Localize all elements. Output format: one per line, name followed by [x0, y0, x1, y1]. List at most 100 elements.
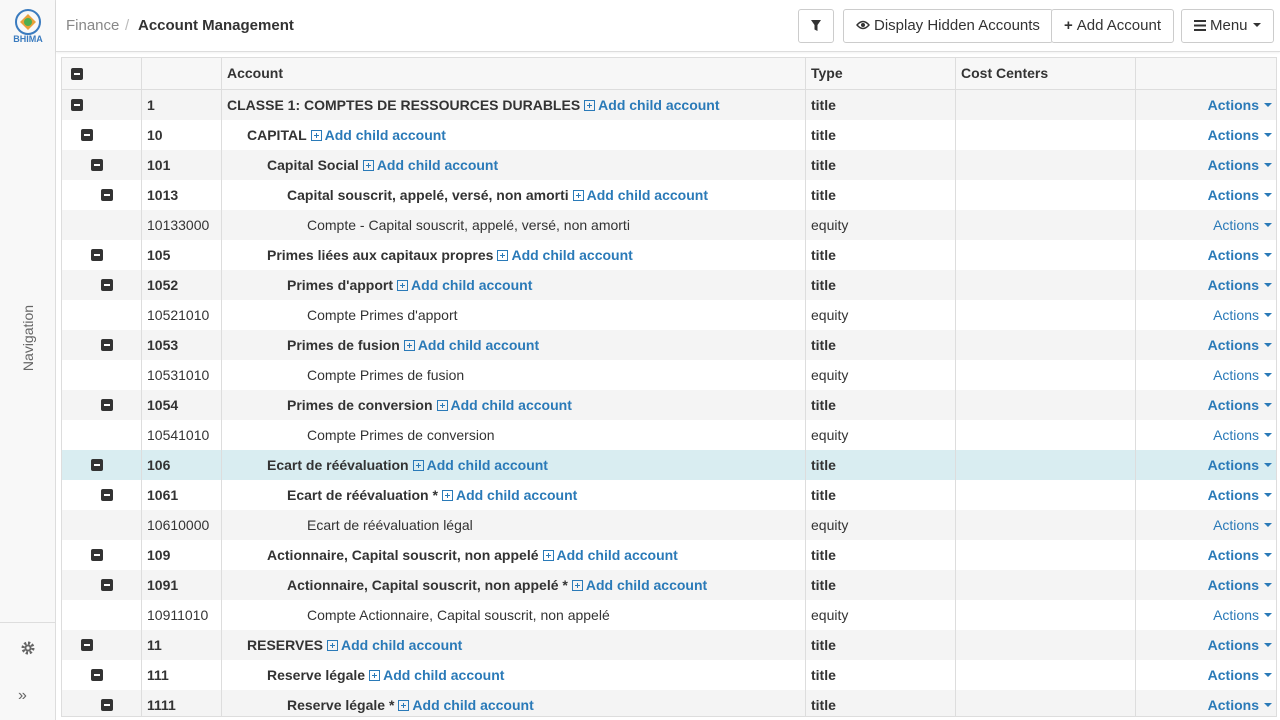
table-row[interactable]: 1053 Primes de fusion Add child account tit… — [62, 330, 1276, 360]
add-child-account-link[interactable]: Add child account — [542, 547, 678, 563]
logo-text: BHIMA — [13, 34, 43, 44]
table-row[interactable]: 106 Ecart de réévaluation Add child accoun… — [62, 450, 1276, 480]
actions-dropdown[interactable]: Actions — [1136, 510, 1276, 540]
collapse-icon[interactable] — [101, 699, 113, 711]
account-label: Reserve légale * — [287, 697, 395, 713]
actions-dropdown[interactable]: Actions — [1136, 90, 1276, 120]
collapse-icon[interactable] — [81, 129, 93, 141]
actions-dropdown[interactable]: Actions — [1136, 480, 1276, 510]
actions-label: Actions — [1213, 427, 1259, 443]
collapse-icon[interactable] — [91, 249, 103, 261]
table-row[interactable]: 1091 Actionnaire, Capital souscrit, non a… — [62, 570, 1276, 600]
add-child-account-link[interactable]: Add child account — [441, 487, 577, 503]
menu-button[interactable]: Menu — [1181, 9, 1274, 43]
table-row[interactable]: 111 Reserve légale Add child account title A… — [62, 660, 1276, 690]
actions-dropdown[interactable]: Actions — [1136, 240, 1276, 270]
account-label: Ecart de réévaluation — [267, 457, 409, 473]
cost-centers-cell — [956, 600, 1136, 630]
add-child-account-label: Add child account — [556, 547, 678, 563]
table-row[interactable]: 11 RESERVES Add child account title Actions — [62, 630, 1276, 660]
cost-centers-column-header[interactable]: Cost Centers — [956, 58, 1136, 90]
add-child-account-link[interactable]: Add child account — [572, 187, 708, 203]
add-child-account-link[interactable]: Add child account — [436, 397, 572, 413]
plus-square-icon — [412, 460, 424, 471]
actions-dropdown[interactable]: Actions — [1136, 540, 1276, 570]
collapse-icon[interactable] — [91, 459, 103, 471]
add-child-account-link[interactable]: Add child account — [310, 127, 446, 143]
gear-icon[interactable] — [20, 640, 36, 656]
collapse-icon[interactable] — [101, 339, 113, 351]
table-row[interactable]: 10610000 Ecart de réévaluation légal equit… — [62, 510, 1276, 540]
actions-dropdown[interactable]: Actions — [1136, 300, 1276, 330]
actions-dropdown[interactable]: Actions — [1136, 390, 1276, 420]
type-column-header[interactable]: Type — [806, 58, 956, 90]
collapse-icon[interactable] — [101, 399, 113, 411]
account-label: CLASSE 1: COMPTES DE RESSOURCES DURABLES — [227, 97, 581, 113]
actions-dropdown[interactable]: Actions — [1136, 150, 1276, 180]
table-row[interactable]: 10521010 Compte Primes d'apport equity Acti… — [62, 300, 1276, 330]
add-child-account-link[interactable]: Add child account — [584, 97, 720, 113]
add-account-button[interactable]: + Add Account — [1051, 9, 1174, 43]
add-child-account-link[interactable]: Add child account — [327, 637, 462, 653]
account-type: equity — [806, 300, 956, 330]
bhima-logo[interactable]: BHIMA — [8, 8, 48, 44]
navigation-label[interactable]: Navigation — [20, 305, 36, 371]
collapse-icon[interactable] — [91, 159, 103, 171]
collapse-icon[interactable] — [81, 639, 93, 651]
table-row[interactable]: 10 CAPITAL Add child account title Actions — [62, 120, 1276, 150]
actions-dropdown[interactable]: Actions — [1136, 270, 1276, 300]
row-toggle-cell — [62, 420, 142, 450]
actions-label: Actions — [1207, 697, 1259, 713]
display-hidden-accounts-button[interactable]: Display Hidden Accounts — [843, 9, 1053, 43]
actions-dropdown[interactable]: Actions — [1136, 360, 1276, 390]
collapse-icon[interactable] — [91, 549, 103, 561]
add-child-account-link[interactable]: Add child account — [398, 697, 534, 713]
collapse-icon[interactable] — [101, 579, 113, 591]
collapse-all-icon[interactable] — [71, 68, 83, 80]
table-row[interactable]: 10911010 Compte Actionnaire, Capital sous… — [62, 600, 1276, 630]
breadcrumb-finance[interactable]: Finance — [66, 17, 119, 34]
table-row[interactable]: 1061 Ecart de réévaluation * Add child acc… — [62, 480, 1276, 510]
table-row[interactable]: 101 Capital Social Add child account title A… — [62, 150, 1276, 180]
actions-dropdown[interactable]: Actions — [1136, 120, 1276, 150]
actions-dropdown[interactable]: Actions — [1136, 660, 1276, 690]
actions-dropdown[interactable]: Actions — [1136, 600, 1276, 630]
collapse-icon[interactable] — [71, 99, 83, 111]
table-row[interactable]: 1054 Primes de conversion Add child accoun… — [62, 390, 1276, 420]
filter-button[interactable] — [798, 9, 834, 43]
table-row[interactable]: 10133000 Compte - Capital souscrit, appel… — [62, 210, 1276, 240]
table-row[interactable]: 1052 Primes d'apport Add child account titl… — [62, 270, 1276, 300]
actions-dropdown[interactable]: Actions — [1136, 630, 1276, 660]
actions-dropdown[interactable]: Actions — [1136, 690, 1276, 716]
account-column-header[interactable]: Account — [222, 58, 806, 90]
table-row[interactable]: 1013 Capital souscrit, appelé, versé, non… — [62, 180, 1276, 210]
add-child-account-link[interactable]: Add child account — [412, 457, 548, 473]
collapse-icon[interactable] — [91, 669, 103, 681]
add-child-account-link[interactable]: Add child account — [403, 337, 539, 353]
collapse-icon[interactable] — [101, 279, 113, 291]
table-row[interactable]: 1111 Reserve légale * Add child account tit… — [62, 690, 1276, 716]
actions-dropdown[interactable]: Actions — [1136, 210, 1276, 240]
actions-dropdown[interactable]: Actions — [1136, 570, 1276, 600]
add-child-account-link[interactable]: Add child account — [397, 277, 532, 293]
table-row[interactable]: 1 CLASSE 1: COMPTES DE RESSOURCES DURABLE… — [62, 90, 1276, 120]
cost-centers-cell — [956, 630, 1136, 660]
add-child-account-link[interactable]: Add child account — [369, 667, 504, 683]
collapse-icon[interactable] — [101, 189, 113, 201]
collapse-icon[interactable] — [101, 489, 113, 501]
account-cell: Primes de fusion Add child account — [222, 330, 806, 360]
account-number: 101 — [142, 150, 222, 180]
plus-square-icon — [436, 400, 448, 411]
table-row[interactable]: 10541010 Compte Primes de conversion equit… — [62, 420, 1276, 450]
table-row[interactable]: 10531010 Compte Primes de fusion equity Act… — [62, 360, 1276, 390]
expand-sidebar-icon[interactable]: » — [18, 686, 27, 706]
actions-dropdown[interactable]: Actions — [1136, 420, 1276, 450]
add-child-account-link[interactable]: Add child account — [362, 157, 498, 173]
table-row[interactable]: 109 Actionnaire, Capital souscrit, non ap… — [62, 540, 1276, 570]
add-child-account-link[interactable]: Add child account — [497, 247, 633, 263]
actions-dropdown[interactable]: Actions — [1136, 330, 1276, 360]
actions-dropdown[interactable]: Actions — [1136, 180, 1276, 210]
actions-dropdown[interactable]: Actions — [1136, 450, 1276, 480]
table-row[interactable]: 105 Primes liées aux capitaux propres Add … — [62, 240, 1276, 270]
add-child-account-link[interactable]: Add child account — [571, 577, 707, 593]
